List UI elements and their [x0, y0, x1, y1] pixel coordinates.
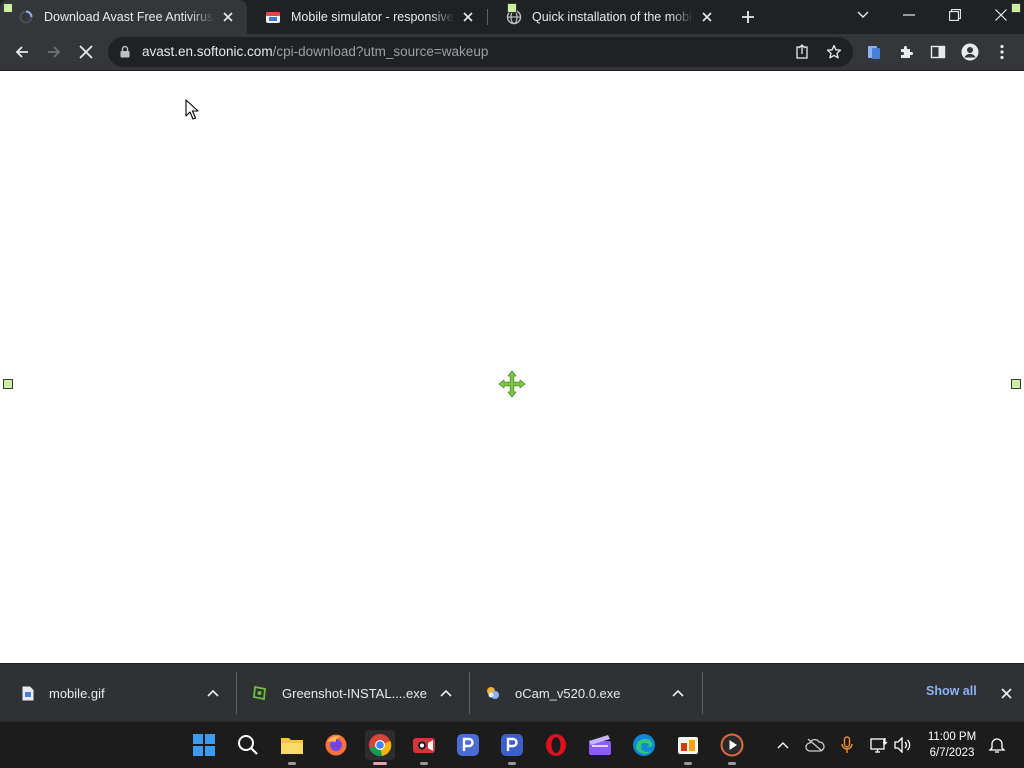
tab-quick-installation[interactable]: Quick installation of the mobile s — [488, 0, 726, 34]
app-p-icon-2[interactable] — [497, 730, 527, 765]
move-arrows-icon[interactable] — [497, 369, 527, 404]
running-indicator — [420, 762, 428, 765]
active-indicator — [373, 762, 387, 765]
loading-spinner-icon — [18, 9, 34, 25]
new-tab-button[interactable] — [737, 6, 759, 28]
download-filename: oCam_v520.0.exe — [515, 685, 621, 701]
close-shelf-icon[interactable] — [997, 684, 1015, 702]
tab-title: Download Avast Free Antivirus - — [44, 10, 215, 24]
close-tab-icon[interactable] — [698, 8, 716, 26]
onedrive-offline-icon[interactable] — [804, 734, 826, 756]
show-hidden-icons-chevron-up-icon[interactable] — [772, 734, 794, 756]
volume-icon[interactable] — [892, 734, 914, 756]
file-explorer-icon[interactable] — [277, 730, 307, 765]
running-indicator — [728, 762, 736, 765]
greenshot-icon — [252, 685, 268, 701]
lock-icon[interactable] — [120, 45, 130, 63]
edge-icon[interactable] — [629, 730, 659, 760]
tab-title: Mobile simulator - responsive tes — [291, 10, 455, 24]
tab-title: Quick installation of the mobile s — [532, 10, 694, 24]
url-text[interactable]: avast.en.softonic.com/cpi-download?utm_s… — [142, 44, 488, 59]
clock-time: 11:00 PM — [927, 731, 977, 743]
share-icon[interactable] — [788, 38, 816, 66]
running-indicator — [508, 762, 516, 765]
office-app-icon[interactable] — [673, 730, 703, 765]
extension-blue-icon[interactable] — [860, 38, 888, 66]
address-bar[interactable]: avast.en.softonic.com/cpi-download?utm_s… — [108, 37, 853, 67]
page-content-blank — [0, 71, 1024, 663]
chevron-up-icon[interactable] — [205, 685, 221, 701]
download-filename: Greenshot-INSTAL....exe — [282, 685, 427, 701]
download-item-ocam[interactable]: oCam_v520.0.exe — [485, 664, 621, 722]
file-icon — [20, 685, 36, 701]
url-host: avast.en.softonic.com — [142, 44, 273, 59]
taskbar-clock[interactable]: 11:00 PM 6/7/2023 — [920, 729, 984, 761]
tab-search-chevron-down-icon[interactable] — [840, 0, 886, 30]
chevron-up-icon[interactable] — [670, 685, 686, 701]
windows-start-icon[interactable] — [189, 730, 219, 760]
opera-icon[interactable] — [541, 730, 571, 760]
firefox-icon[interactable] — [321, 730, 351, 760]
extensions-puzzle-icon[interactable] — [892, 38, 920, 66]
stop-loading-button[interactable] — [72, 38, 100, 66]
selection-handle-left[interactable] — [3, 379, 13, 389]
video-editor-icon[interactable] — [585, 730, 615, 760]
download-item-mobile-gif[interactable]: mobile.gif — [20, 664, 105, 722]
profile-avatar-icon[interactable] — [956, 38, 984, 66]
search-icon[interactable] — [233, 730, 263, 760]
tab-download-avast[interactable]: Download Avast Free Antivirus - — [0, 0, 247, 34]
divider — [469, 672, 470, 714]
divider — [702, 672, 703, 714]
url-path: /cpi-download?utm_source=wakeup — [272, 44, 489, 59]
close-tab-icon[interactable] — [219, 8, 237, 26]
bookmark-star-icon[interactable] — [820, 38, 848, 66]
microphone-icon[interactable] — [836, 734, 858, 756]
divider — [236, 672, 237, 714]
mobile-simulator-favicon — [265, 9, 281, 25]
notification-center-icon[interactable] — [986, 734, 1008, 756]
close-tab-icon[interactable] — [459, 8, 477, 26]
minimize-button[interactable] — [886, 0, 932, 30]
screen-recorder-icon[interactable] — [409, 730, 439, 765]
forward-button[interactable] — [40, 38, 68, 66]
download-item-greenshot[interactable]: Greenshot-INSTAL....exe — [252, 664, 427, 722]
download-filename: mobile.gif — [49, 685, 105, 701]
media-player-icon[interactable] — [717, 730, 747, 765]
selection-handle-top[interactable] — [507, 3, 517, 13]
tab-mobile-simulator[interactable]: Mobile simulator - responsive tes — [247, 0, 487, 34]
ocam-icon — [485, 685, 501, 701]
running-indicator — [684, 762, 692, 765]
running-indicator — [288, 762, 296, 765]
screen: Download Avast Free Antivirus - Mobile s… — [0, 0, 1024, 768]
chrome-icon[interactable] — [365, 730, 395, 765]
clock-date: 6/7/2023 — [929, 747, 975, 759]
app-p-icon[interactable] — [453, 730, 483, 760]
selection-handle-top-left[interactable] — [3, 3, 13, 13]
network-icon[interactable] — [868, 734, 890, 756]
menu-kebab-icon[interactable] — [988, 38, 1016, 66]
browser-toolbar: avast.en.softonic.com/cpi-download?utm_s… — [0, 34, 1024, 71]
side-panel-icon[interactable] — [924, 38, 952, 66]
download-shelf: mobile.gif Greenshot-INSTAL....exe oCam_… — [0, 663, 1024, 721]
restore-button[interactable] — [932, 0, 978, 30]
selection-handle-right[interactable] — [1011, 379, 1021, 389]
windows-taskbar: 11:00 PM 6/7/2023 — [0, 721, 1024, 768]
show-all-downloads-link[interactable]: Show all — [926, 684, 977, 698]
mouse-pointer-icon — [185, 99, 199, 125]
selection-handle-top-right[interactable] — [1011, 3, 1021, 13]
chevron-up-icon[interactable] — [438, 685, 454, 701]
back-button[interactable] — [8, 38, 36, 66]
